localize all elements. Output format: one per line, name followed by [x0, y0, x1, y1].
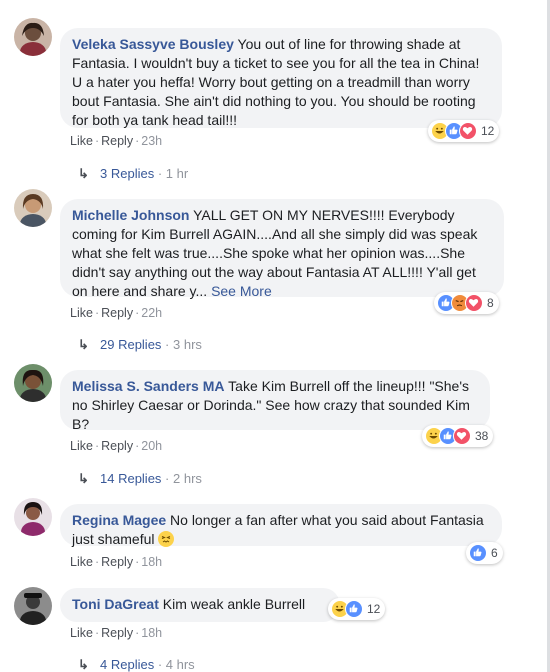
like-link[interactable]: Like: [70, 626, 93, 640]
reaction-count: 38: [475, 429, 489, 443]
avatar[interactable]: [14, 18, 52, 56]
comment-time[interactable]: 18h: [141, 626, 162, 640]
comment-time[interactable]: 22h: [141, 306, 162, 320]
reaction-count: 8: [487, 296, 494, 310]
comment-author[interactable]: Michelle Johnson: [72, 207, 189, 223]
comment-actions: Like · Reply · 23h: [70, 134, 162, 148]
replies-time: 1 hr: [165, 166, 189, 181]
comment-actions: Like · Reply · 18h: [70, 626, 162, 640]
comment-actions: Like · Reply · 18h: [70, 555, 162, 569]
like-icon: [469, 544, 487, 562]
love-icon: [459, 122, 477, 140]
comment-time[interactable]: 18h: [141, 555, 162, 569]
avatar[interactable]: [14, 587, 52, 625]
comment-actions: Like · Reply · 20h: [70, 439, 162, 453]
comment-text: Kim weak ankle Burrell: [162, 596, 306, 612]
reactions-summary[interactable]: 8: [434, 292, 499, 314]
replies-count[interactable]: 14 Replies: [100, 471, 161, 486]
love-icon: [453, 427, 471, 445]
comment-bubble: Veleka Sassyve Bousley You out of line f…: [60, 28, 502, 128]
reactions-summary[interactable]: 6: [466, 542, 503, 564]
separator: ·: [94, 555, 100, 569]
reply-arrow-icon: ↳: [78, 166, 89, 181]
like-link[interactable]: Like: [70, 306, 93, 320]
like-icon: [345, 600, 363, 618]
view-replies-link[interactable]: ↳ 14 Replies · 2 hrs: [78, 471, 202, 487]
view-replies-link[interactable]: ↳ 4 Replies · 4 hrs: [78, 657, 195, 672]
comment-time[interactable]: 23h: [141, 134, 162, 148]
reply-arrow-icon: ↳: [78, 337, 89, 352]
comment-author[interactable]: Veleka Sassyve Bousley: [72, 36, 234, 52]
persevering-face-emoji: [158, 531, 175, 547]
reactions-summary[interactable]: 12: [328, 598, 386, 620]
reaction-count: 12: [367, 602, 381, 616]
like-link[interactable]: Like: [70, 134, 93, 148]
love-icon: [465, 294, 483, 312]
reply-arrow-icon: ↳: [78, 657, 89, 672]
separator: ·: [94, 439, 100, 453]
replies-time: 4 hrs: [165, 657, 195, 672]
reactions-summary[interactable]: 38: [422, 425, 494, 447]
separator: ·: [94, 626, 100, 640]
comment-author[interactable]: Melissa S. Sanders MA: [72, 378, 225, 394]
reply-arrow-icon: ↳: [78, 471, 89, 486]
replies-time: 3 hrs: [173, 337, 202, 352]
replies-count[interactable]: 3 Replies: [100, 166, 154, 181]
comment-bubble: Regina Magee No longer a fan after what …: [60, 504, 502, 547]
comment-bubble: Toni DaGreat Kim weak ankle Burrell: [60, 588, 340, 622]
comment-author[interactable]: Regina Magee: [72, 512, 166, 528]
avatar[interactable]: [14, 189, 52, 227]
replies-count[interactable]: 29 Replies: [100, 337, 161, 352]
reactions-summary[interactable]: 12: [428, 120, 500, 142]
comment-bubble: Michelle Johnson YALL GET ON MY NERVES!!…: [60, 199, 504, 299]
reply-link[interactable]: Reply: [101, 626, 133, 640]
replies-count[interactable]: 4 Replies: [100, 657, 154, 672]
like-link[interactable]: Like: [70, 439, 93, 453]
reaction-count: 6: [491, 546, 498, 560]
reply-link[interactable]: Reply: [101, 134, 133, 148]
comment-time[interactable]: 20h: [141, 439, 162, 453]
replies-time: 2 hrs: [173, 471, 202, 486]
view-replies-link[interactable]: ↳ 29 Replies · 3 hrs: [78, 337, 202, 353]
view-replies-link[interactable]: ↳ 3 Replies · 1 hr: [78, 166, 188, 182]
reply-link[interactable]: Reply: [101, 439, 133, 453]
reply-link[interactable]: Reply: [101, 306, 133, 320]
see-more-link[interactable]: See More: [211, 283, 272, 299]
like-link[interactable]: Like: [70, 555, 93, 569]
reply-link[interactable]: Reply: [101, 555, 133, 569]
separator: ·: [94, 306, 100, 320]
comment-author[interactable]: Toni DaGreat: [72, 596, 159, 612]
avatar[interactable]: [14, 498, 52, 536]
reaction-count: 12: [481, 124, 495, 138]
comment-bubble: Melissa S. Sanders MA Take Kim Burrell o…: [60, 370, 490, 432]
comment-actions: Like · Reply · 22h: [70, 306, 162, 320]
separator: ·: [94, 134, 100, 148]
avatar[interactable]: [14, 364, 52, 402]
